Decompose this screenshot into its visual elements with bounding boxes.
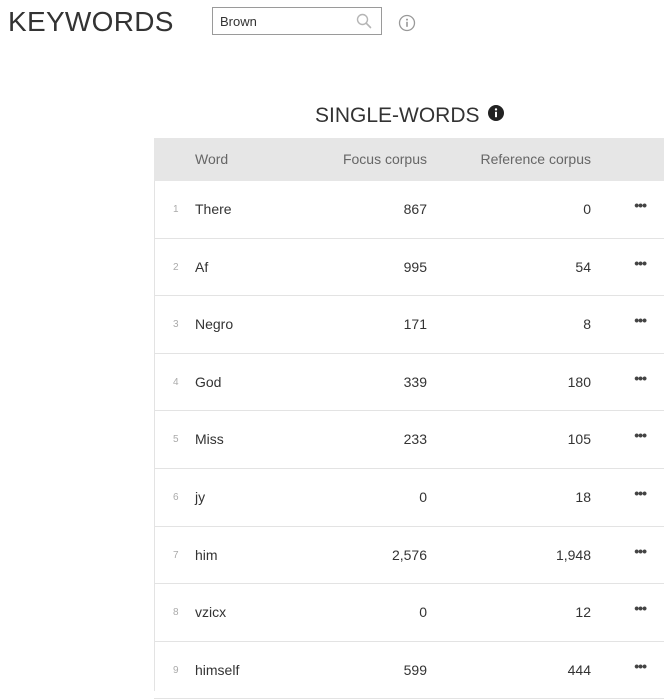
search-icon[interactable] bbox=[356, 13, 372, 34]
info-outline-icon[interactable] bbox=[398, 14, 416, 37]
more-horizontal-icon[interactable]: ••• bbox=[634, 370, 647, 386]
row-reference-corpus-value: 0 bbox=[583, 201, 591, 217]
row-focus-corpus-value: 339 bbox=[403, 373, 427, 390]
table-row[interactable]: 9 himself 599 444 ••• bbox=[154, 642, 664, 699]
row-reference-corpus-value: 54 bbox=[575, 258, 591, 275]
row-reference-corpus-value: 12 bbox=[575, 604, 591, 621]
keywords-table: Word Focus corpus Reference corpus 1 Ther… bbox=[154, 138, 664, 699]
row-focus-corpus-value: 233 bbox=[403, 431, 427, 448]
table-row[interactable]: 2 Af 995 54 ••• bbox=[154, 239, 664, 297]
table-header: Word Focus corpus Reference corpus bbox=[154, 138, 664, 181]
more-horizontal-icon[interactable]: ••• bbox=[634, 312, 647, 328]
more-horizontal-icon[interactable]: ••• bbox=[634, 658, 647, 674]
row-reference-corpus-value: 444 bbox=[567, 661, 591, 678]
more-horizontal-icon[interactable]: ••• bbox=[634, 543, 647, 559]
row-word[interactable]: him bbox=[195, 547, 218, 563]
table-row[interactable]: 4 God 339 180 ••• bbox=[154, 354, 664, 412]
search-field[interactable] bbox=[212, 7, 382, 35]
page-title: KEYWORDS bbox=[8, 6, 174, 37]
section-title: SINGLE-WORDS bbox=[315, 104, 505, 128]
column-header-reference-corpus[interactable]: Reference corpus bbox=[480, 151, 591, 167]
table-row[interactable]: 5 Miss 233 105 ••• bbox=[154, 411, 664, 469]
more-horizontal-icon[interactable]: ••• bbox=[634, 485, 647, 501]
row-focus-corpus-value: 867 bbox=[403, 201, 427, 217]
row-reference-corpus-value: 18 bbox=[575, 488, 591, 505]
table-row[interactable]: 3 Negro 171 8 ••• bbox=[154, 296, 664, 354]
table-row[interactable]: 8 vzicx 0 12 ••• bbox=[154, 584, 664, 642]
more-horizontal-icon[interactable]: ••• bbox=[634, 600, 647, 616]
row-focus-corpus-value: 171 bbox=[403, 316, 427, 333]
row-word[interactable]: Af bbox=[195, 259, 208, 275]
row-number: 3 bbox=[173, 319, 179, 331]
row-focus-corpus-value: 995 bbox=[403, 258, 427, 275]
more-horizontal-icon[interactable]: ••• bbox=[634, 255, 647, 271]
table-body: 1 There 867 0 ••• 2 Af 995 54 ••• 3 Negro 171 8 ••• 4 Go… bbox=[154, 181, 664, 699]
row-focus-corpus-value: 599 bbox=[403, 661, 427, 678]
row-focus-corpus-value: 0 bbox=[419, 488, 427, 505]
row-number: 4 bbox=[173, 376, 179, 388]
search-input[interactable] bbox=[220, 14, 350, 29]
row-word[interactable]: himself bbox=[195, 662, 239, 678]
row-reference-corpus-value: 1,948 bbox=[555, 546, 591, 563]
table-row[interactable]: 1 There 867 0 ••• bbox=[154, 181, 664, 239]
row-word[interactable]: Negro bbox=[195, 316, 233, 332]
table-row[interactable]: 7 him 2,576 1,948 ••• bbox=[154, 527, 664, 585]
more-horizontal-icon[interactable]: ••• bbox=[634, 427, 647, 443]
row-number: 7 bbox=[173, 549, 179, 561]
row-word[interactable]: jy bbox=[195, 489, 205, 505]
more-horizontal-icon[interactable]: ••• bbox=[634, 197, 647, 213]
table-row[interactable]: 6 jy 0 18 ••• bbox=[154, 469, 664, 527]
row-reference-corpus-value: 180 bbox=[567, 373, 591, 390]
row-word[interactable]: Miss bbox=[195, 431, 224, 447]
row-reference-corpus-value: 8 bbox=[583, 316, 591, 333]
row-number: 5 bbox=[173, 434, 179, 446]
row-reference-corpus-value: 105 bbox=[567, 431, 591, 448]
row-number: 6 bbox=[173, 491, 179, 503]
info-solid-icon[interactable] bbox=[487, 104, 505, 128]
row-word[interactable]: There bbox=[195, 201, 232, 217]
row-number: 8 bbox=[173, 607, 179, 619]
row-focus-corpus-value: 2,576 bbox=[391, 546, 427, 563]
row-number: 1 bbox=[173, 204, 179, 215]
column-header-focus-corpus[interactable]: Focus corpus bbox=[343, 151, 427, 167]
row-number: 2 bbox=[173, 261, 179, 273]
row-word[interactable]: vzicx bbox=[195, 604, 226, 620]
row-focus-corpus-value: 0 bbox=[419, 604, 427, 621]
row-number: 9 bbox=[173, 664, 179, 676]
row-word[interactable]: God bbox=[195, 374, 221, 390]
section-title-label: SINGLE-WORDS bbox=[315, 104, 480, 127]
column-header-word[interactable]: Word bbox=[195, 151, 228, 167]
